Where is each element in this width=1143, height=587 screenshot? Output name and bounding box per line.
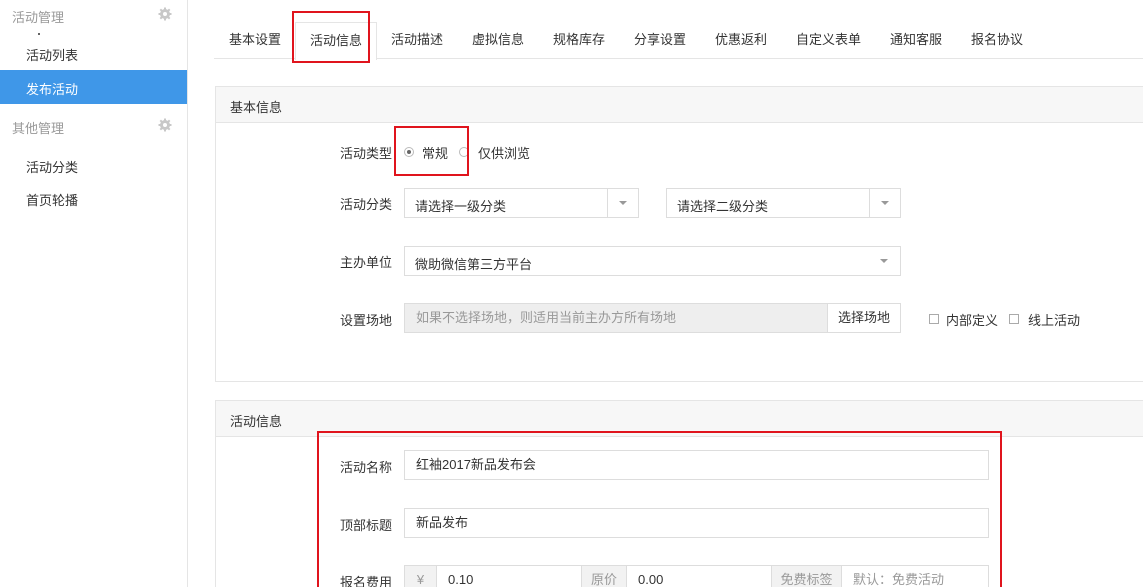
sidebar-item-activity-list[interactable]: 活动列表 xyxy=(0,36,187,70)
sidebar-item-label: 活动列表 xyxy=(26,48,79,63)
panel-title: 活动信息 xyxy=(230,414,283,429)
sidebar-group-activity-management[interactable]: 活动管理 xyxy=(0,0,187,30)
select-venue-button[interactable]: 选择场地 xyxy=(827,303,901,333)
tab-basic-settings[interactable]: 基本设置 xyxy=(229,22,281,59)
sidebar-group-other-management[interactable]: 其他管理 xyxy=(0,111,187,141)
online-activity-label[interactable]: 线上活动 xyxy=(1028,310,1080,329)
tab-activity-description[interactable]: 活动描述 xyxy=(391,22,443,59)
venue-label: 设置场地 xyxy=(340,313,393,328)
venue-input[interactable]: 如果不选择场地，则适用当前主办方所有场地 xyxy=(404,303,828,333)
radio-browse-only-label[interactable]: 仅供浏览 xyxy=(478,143,530,162)
sidebar-item-label: 首页轮播 xyxy=(26,193,79,208)
decorative-dot xyxy=(38,33,40,35)
select-value: 请选择二级分类 xyxy=(677,199,769,214)
radio-browse-only[interactable] xyxy=(459,147,469,157)
internal-definition-checkbox[interactable] xyxy=(929,314,939,324)
tab-registration-agreement[interactable]: 报名协议 xyxy=(971,22,1023,59)
activity-category-label: 活动分类 xyxy=(340,197,393,212)
select-value: 请选择一级分类 xyxy=(415,199,507,214)
tab-discount-rebate[interactable]: 优惠返利 xyxy=(715,22,767,59)
activity-name-label: 活动名称 xyxy=(340,460,393,475)
radio-regular-label[interactable]: 常规 xyxy=(422,143,448,162)
fee-label: 报名费用 xyxy=(340,575,393,587)
top-title-label: 顶部标题 xyxy=(340,518,393,533)
tab-bar: 基本设置 活动信息 活动描述 虚拟信息 规格库存 分享设置 优惠返利 自定义表单… xyxy=(214,22,1143,60)
internal-definition-label[interactable]: 内部定义 xyxy=(946,310,998,329)
original-price-input[interactable]: 0.00 xyxy=(626,565,772,587)
secondary-category-select[interactable]: 请选择二级分类 xyxy=(666,188,901,218)
select-value: 微助微信第三方平台 xyxy=(415,257,533,272)
tab-notify-service[interactable]: 通知客服 xyxy=(890,22,942,59)
organizer-select[interactable]: 微助微信第三方平台 xyxy=(404,246,901,276)
sidebar-item-home-carousel[interactable]: 首页轮播 xyxy=(0,181,187,215)
top-title-input[interactable]: 新品发布 xyxy=(404,508,989,538)
gear-icon[interactable] xyxy=(158,118,172,132)
sidebar-group-label: 其他管理 xyxy=(12,121,65,136)
activity-info-panel: 活动信息 xyxy=(215,400,1143,587)
tab-share-settings[interactable]: 分享设置 xyxy=(634,22,686,59)
panel-header: 基本信息 xyxy=(216,87,1143,123)
free-tag-input[interactable]: 默认：免费活动 xyxy=(841,565,989,587)
sidebar-item-activity-category[interactable]: 活动分类 xyxy=(0,148,187,182)
basic-info-panel: 基本信息 xyxy=(215,86,1143,382)
free-tag-addon: 免费标签 xyxy=(771,565,842,587)
sidebar-item-publish-activity[interactable]: 发布活动 xyxy=(0,70,187,104)
organizer-label: 主办单位 xyxy=(340,255,393,270)
sidebar-item-label: 活动分类 xyxy=(26,160,79,175)
chevron-down-icon xyxy=(869,247,900,275)
currency-addon: ¥ xyxy=(404,565,437,587)
tab-activity-info[interactable]: 活动信息 xyxy=(295,22,378,60)
sidebar: 活动管理 活动列表 发布活动 其他管理 活动分类 首页轮播 xyxy=(0,0,188,587)
tab-custom-form[interactable]: 自定义表单 xyxy=(796,22,861,59)
sidebar-item-label: 发布活动 xyxy=(26,82,79,97)
tab-virtual-info[interactable]: 虚拟信息 xyxy=(472,22,524,59)
activity-name-input[interactable]: 红袖2017新品发布会 xyxy=(404,450,989,480)
activity-type-label: 活动类型 xyxy=(340,146,393,161)
chevron-down-icon xyxy=(869,189,900,217)
panel-header: 活动信息 xyxy=(216,401,1143,437)
panel-title: 基本信息 xyxy=(230,100,283,115)
radio-regular[interactable] xyxy=(404,147,414,157)
tab-spec-stock[interactable]: 规格库存 xyxy=(553,22,605,59)
original-price-addon: 原价 xyxy=(581,565,627,587)
chevron-down-icon xyxy=(607,189,638,217)
fee-input[interactable]: 0.10 xyxy=(436,565,582,587)
sidebar-group-label: 活动管理 xyxy=(12,10,65,25)
gear-icon[interactable] xyxy=(158,7,172,21)
online-activity-checkbox[interactable] xyxy=(1009,314,1019,324)
primary-category-select[interactable]: 请选择一级分类 xyxy=(404,188,639,218)
